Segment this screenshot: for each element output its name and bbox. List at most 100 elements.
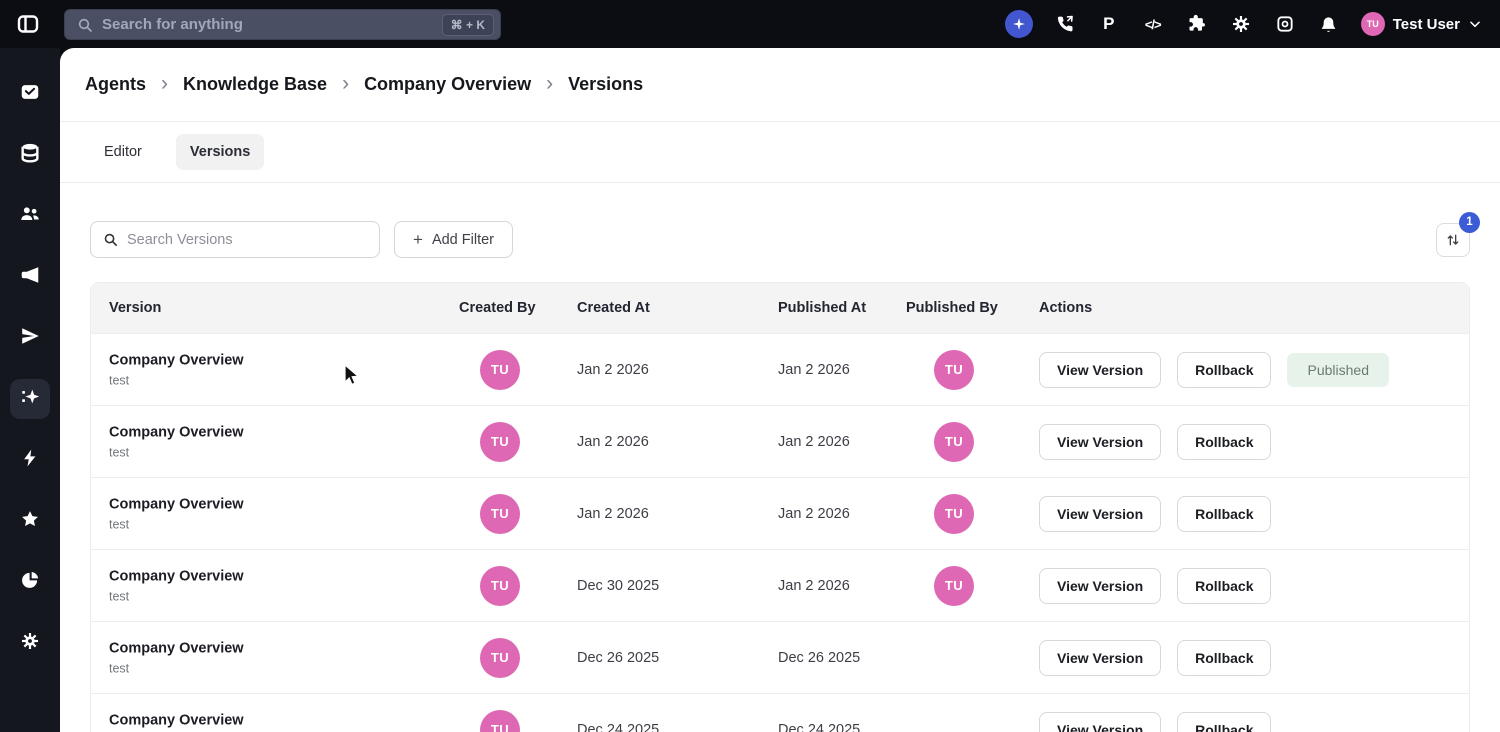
users-icon [19, 203, 41, 230]
version-title: Company Overview [109, 352, 244, 368]
actions-cell: View Version Rollback [1039, 640, 1271, 676]
star-icon [20, 509, 40, 534]
tab-editor[interactable]: Editor [90, 134, 156, 170]
column-created-at: Created At [577, 300, 650, 316]
user-name: Test User [1393, 16, 1460, 33]
version-title: Company Overview [109, 712, 244, 728]
table-row: Company Overview test TU Dec 24 2025 Dec… [91, 693, 1469, 732]
table-row: Company Overview test TU Jan 2 2026 Jan … [91, 477, 1469, 549]
inbox-icon [19, 81, 41, 108]
search-versions-input[interactable] [90, 221, 380, 258]
table-header: Version Created By Created At Published … [91, 283, 1469, 333]
version-subtitle: test [109, 517, 244, 531]
actions-cell: View Version Rollback [1039, 568, 1271, 604]
created-by-cell: TU [480, 566, 520, 606]
published-by-avatar: TU [934, 350, 974, 390]
actions-cell: View Version Rollback [1039, 712, 1271, 732]
view-version-button[interactable]: View Version [1039, 640, 1161, 676]
version-title: Company Overview [109, 424, 244, 440]
table-controls: + Add Filter 1 [90, 221, 1470, 258]
view-version-button[interactable]: View Version [1039, 712, 1161, 732]
created-by-cell: TU [480, 710, 520, 732]
sidebar-item-automations[interactable] [10, 440, 50, 480]
tab-versions[interactable]: Versions [176, 134, 264, 170]
created-at-cell: Jan 2 2026 [577, 434, 649, 450]
sidebar-item-reports[interactable] [10, 562, 50, 602]
column-published-by: Published By [906, 300, 998, 316]
user-avatar: TU [1361, 12, 1385, 36]
breadcrumb-company-overview[interactable]: Company Overview [364, 74, 531, 95]
sidebar-item-users[interactable] [10, 196, 50, 236]
view-version-button[interactable]: View Version [1039, 496, 1161, 532]
created-by-cell: TU [480, 422, 520, 462]
rollback-button[interactable]: Rollback [1177, 640, 1271, 676]
phone-call-icon[interactable] [1053, 12, 1077, 36]
add-filter-button[interactable]: + Add Filter [394, 221, 513, 258]
bell-icon[interactable] [1317, 12, 1341, 36]
created-by-cell: TU [480, 494, 520, 534]
sidebar-toggle-icon[interactable] [15, 11, 41, 37]
rollback-button[interactable]: Rollback [1177, 496, 1271, 532]
published-at-cell: Dec 26 2025 [778, 650, 860, 666]
created-at-cell: Dec 30 2025 [577, 578, 659, 594]
user-menu[interactable]: TU Test User [1361, 12, 1482, 36]
lightning-icon [20, 448, 40, 473]
created-at-cell: Jan 2 2026 [577, 506, 649, 522]
sidebar-item-megaphone[interactable] [10, 257, 50, 297]
p-badge-icon[interactable]: P [1097, 12, 1121, 36]
actions-cell: View Version Rollback [1039, 424, 1271, 460]
table-body: Company Overview test TU Jan 2 2026 Jan … [91, 333, 1469, 732]
column-created-by: Created By [459, 300, 536, 316]
breadcrumb-separator: › [546, 73, 553, 94]
search-icon [77, 17, 93, 33]
global-search-input[interactable]: Search for anything ⌘ + K [64, 9, 501, 40]
rollback-button[interactable]: Rollback [1177, 568, 1271, 604]
sidebar-item-favorites[interactable] [10, 501, 50, 541]
search-icon [103, 232, 118, 247]
table-row: Company Overview test TU Jan 2 2026 Jan … [91, 333, 1469, 405]
rollback-button[interactable]: Rollback [1177, 712, 1271, 732]
published-at-cell: Jan 2 2026 [778, 434, 850, 450]
topbar-actions: P </> TU Test User [1005, 0, 1482, 48]
sidebar-item-agents[interactable] [10, 379, 50, 419]
rollback-button[interactable]: Rollback [1177, 424, 1271, 460]
breadcrumb-versions[interactable]: Versions [568, 74, 643, 95]
created-by-avatar: TU [480, 638, 520, 678]
breadcrumb-agents[interactable]: Agents [85, 74, 146, 95]
sort-arrows-icon [1445, 232, 1461, 248]
published-at-cell: Jan 2 2026 [778, 362, 850, 378]
breadcrumb-knowledge-base[interactable]: Knowledge Base [183, 74, 327, 95]
puzzle-icon[interactable] [1185, 12, 1209, 36]
plus-icon: + [413, 230, 423, 250]
actions-cell: View Version Rollback [1039, 496, 1271, 532]
sidebar-item-inbox[interactable] [10, 74, 50, 114]
view-version-button[interactable]: View Version [1039, 424, 1161, 460]
ai-sparkle-icon[interactable] [1005, 10, 1033, 38]
created-by-cell: TU [480, 350, 520, 390]
code-icon[interactable]: </> [1141, 12, 1165, 36]
search-versions-field[interactable] [127, 232, 367, 248]
sidebar-item-send[interactable] [10, 318, 50, 358]
published-at-cell: Jan 2 2026 [778, 578, 850, 594]
version-cell: Company Overview test [109, 352, 244, 387]
version-title: Company Overview [109, 496, 244, 512]
search-shortcut-badge: ⌘ + K [442, 14, 494, 36]
view-version-button[interactable]: View Version [1039, 352, 1161, 388]
published-at-cell: Jan 2 2026 [778, 506, 850, 522]
version-title: Company Overview [109, 568, 244, 584]
chip-icon[interactable] [1273, 12, 1297, 36]
version-cell: Company Overview test [109, 712, 244, 732]
published-by-avatar: TU [934, 422, 974, 462]
version-cell: Company Overview test [109, 424, 244, 459]
published-by-cell: TU [934, 422, 974, 462]
sidebar-item-database[interactable] [10, 135, 50, 175]
sidebar-item-settings[interactable] [10, 623, 50, 663]
rollback-button[interactable]: Rollback [1177, 352, 1271, 388]
global-search-placeholder: Search for anything [102, 16, 442, 33]
gear-icon[interactable] [1229, 12, 1253, 36]
version-subtitle: test [109, 445, 244, 459]
view-version-button[interactable]: View Version [1039, 568, 1161, 604]
breadcrumb-separator: › [161, 73, 168, 94]
breadcrumb-separator: › [342, 73, 349, 94]
version-subtitle: test [109, 589, 244, 603]
